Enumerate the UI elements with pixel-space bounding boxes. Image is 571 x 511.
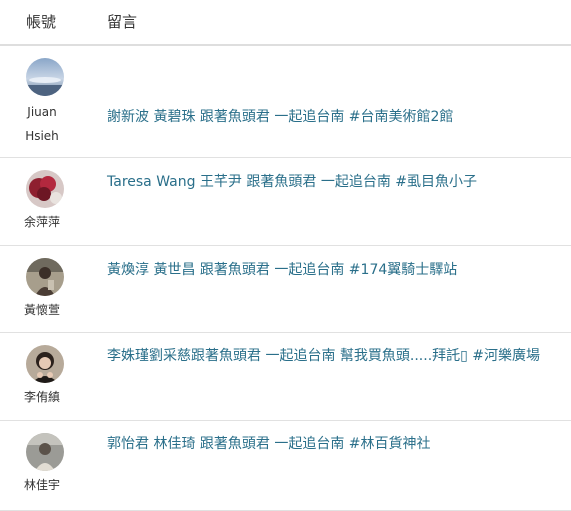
account-name-line: Hsieh <box>25 129 59 143</box>
account-name-line: Jiuan <box>27 105 57 119</box>
comment-text[interactable]: Taresa Wang 王芊尹 跟著魚頭君 一起追台南 #虱目魚小子 <box>107 171 557 193</box>
comments-table: 帳號 留言 Jiuan Hsieh 謝新波 黃碧珠 跟著魚頭君 一起追台南 #台… <box>0 0 571 511</box>
account-name[interactable]: Jiuan Hsieh <box>12 100 72 148</box>
comment-column-header: 留言 <box>107 13 138 31</box>
table-header: 帳號 留言 <box>0 0 571 46</box>
comment-text[interactable]: 郭怡君 林佳琦 跟著魚頭君 一起追台南 #林百貨神社 <box>107 433 557 455</box>
account-name[interactable]: 李侑縝 <box>12 385 72 409</box>
red-flower-avatar-icon[interactable] <box>26 170 64 208</box>
table-row: 李侑縝 李姝瑾劉采慈跟著魚頭君 一起追台南 幫我買魚頭.....拜託▯ #河樂廣… <box>0 333 571 421</box>
table-row: 林佳宇 郭怡君 林佳琦 跟著魚頭君 一起追台南 #林百貨神社 <box>0 421 571 511</box>
account-name[interactable]: 林佳宇 <box>12 473 72 497</box>
account-name[interactable]: 黃懷萱 <box>12 298 72 322</box>
table-row: 黃懷萱 黃煥淳 黃世昌 跟著魚頭君 一起追台南 #174翼騎士驛站 <box>0 246 571 333</box>
table-row: 余萍萍 Taresa Wang 王芊尹 跟著魚頭君 一起追台南 #虱目魚小子 <box>0 158 571 246</box>
comment-text[interactable]: 李姝瑾劉采慈跟著魚頭君 一起追台南 幫我買魚頭.....拜託▯ #河樂廣場 <box>107 345 557 367</box>
comment-text[interactable]: 黃煥淳 黃世昌 跟著魚頭君 一起追台南 #174翼騎士驛站 <box>107 259 557 281</box>
account-column-header: 帳號 <box>26 13 57 31</box>
person-outdoor-avatar-icon[interactable] <box>26 258 64 296</box>
table-row: Jiuan Hsieh 謝新波 黃碧珠 跟著魚頭君 一起追台南 #台南美術館2館 <box>0 46 571 158</box>
person-gray-avatar-icon[interactable] <box>26 433 64 471</box>
sky-photo-avatar-icon[interactable] <box>26 58 64 96</box>
person-portrait-avatar-icon[interactable] <box>26 345 64 383</box>
account-name[interactable]: 余萍萍 <box>12 210 72 234</box>
comment-text[interactable]: 謝新波 黃碧珠 跟著魚頭君 一起追台南 #台南美術館2館 <box>107 106 557 128</box>
